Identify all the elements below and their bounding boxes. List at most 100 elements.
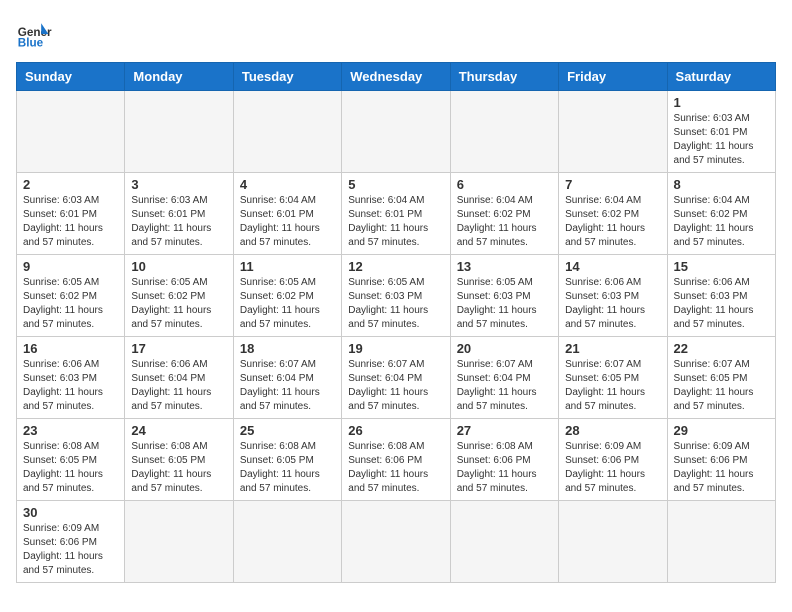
page-header: General Blue [16,16,776,52]
calendar-week-row: 9 Sunrise: 6:05 AMSunset: 6:02 PMDaylight… [17,255,776,337]
day-number: 4 [240,177,335,192]
calendar-day-cell: 6Sunrise: 6:04 AMSunset: 6:02 PMDaylight… [450,173,558,255]
day-info: Sunrise: 6:03 AMSunset: 6:01 PMDaylight:… [23,194,118,250]
day-number: 14 [565,259,660,274]
calendar-day-cell: 13 Sunrise: 6:05 AMSunset: 6:03 PMDayligh… [450,255,558,337]
calendar-day-cell: 7 Sunrise: 6:04 AMSunset: 6:02 PMDaylight… [559,173,667,255]
calendar-day-cell: 30 Sunrise: 6:09 AMSunset: 6:06 PMDayligh… [17,501,125,583]
day-number: 3 [131,177,226,192]
day-number: 24 [131,423,226,438]
calendar-day-cell: 8 Sunrise: 6:04 AMSunset: 6:02 PMDaylight… [667,173,775,255]
calendar-day-cell: 28Sunrise: 6:09 AMSunset: 6:06 PMDayligh… [559,419,667,501]
calendar-day-cell [667,501,775,583]
day-info: Sunrise: 6:07 AMSunset: 6:05 PMDaylight:… [674,358,769,414]
day-number: 12 [348,259,443,274]
day-info: Sunrise: 6:05 AMSunset: 6:02 PMDaylight:… [23,276,118,332]
calendar-week-row: 16Sunrise: 6:06 AMSunset: 6:03 PMDayligh… [17,337,776,419]
day-info: Sunrise: 6:08 AMSunset: 6:05 PMDaylight:… [23,440,118,496]
day-info: Sunrise: 6:04 AMSunset: 6:01 PMDaylight:… [240,194,335,250]
calendar-day-cell [342,91,450,173]
day-number: 30 [23,505,118,520]
day-info: Sunrise: 6:05 AMSunset: 6:02 PMDaylight:… [240,276,335,332]
day-number: 8 [674,177,769,192]
day-info: Sunrise: 6:08 AMSunset: 6:06 PMDaylight:… [457,440,552,496]
calendar-day-cell: 12 Sunrise: 6:05 AMSunset: 6:03 PMDayligh… [342,255,450,337]
calendar-week-row: 2 Sunrise: 6:03 AMSunset: 6:01 PMDaylight… [17,173,776,255]
day-info: Sunrise: 6:09 AMSunset: 6:06 PMDaylight:… [674,440,769,496]
calendar-day-cell: 18 Sunrise: 6:07 AMSunset: 6:04 PMDayligh… [233,337,341,419]
calendar-day-cell: 22 Sunrise: 6:07 AMSunset: 6:05 PMDayligh… [667,337,775,419]
calendar-day-cell [559,501,667,583]
weekday-header: Tuesday [233,63,341,91]
logo: General Blue [16,16,52,52]
day-number: 9 [23,259,118,274]
day-info: Sunrise: 6:06 AMSunset: 6:03 PMDaylight:… [565,276,660,332]
day-info: Sunrise: 6:07 AMSunset: 6:04 PMDaylight:… [457,358,552,414]
day-number: 25 [240,423,335,438]
calendar-day-cell [450,501,558,583]
day-info: Sunrise: 6:04 AMSunset: 6:02 PMDaylight:… [457,194,552,250]
calendar-day-cell [17,91,125,173]
day-number: 26 [348,423,443,438]
day-info: Sunrise: 6:07 AMSunset: 6:04 PMDaylight:… [240,358,335,414]
day-number: 7 [565,177,660,192]
calendar-week-row: 30 Sunrise: 6:09 AMSunset: 6:06 PMDayligh… [17,501,776,583]
day-info: Sunrise: 6:08 AMSunset: 6:05 PMDaylight:… [240,440,335,496]
day-number: 27 [457,423,552,438]
calendar-day-cell: 24Sunrise: 6:08 AMSunset: 6:05 PMDayligh… [125,419,233,501]
calendar-day-cell: 27 Sunrise: 6:08 AMSunset: 6:06 PMDayligh… [450,419,558,501]
calendar-day-cell [233,91,341,173]
day-number: 2 [23,177,118,192]
day-info: Sunrise: 6:06 AMSunset: 6:03 PMDaylight:… [674,276,769,332]
weekday-header: Wednesday [342,63,450,91]
calendar-day-cell: 15Sunrise: 6:06 AMSunset: 6:03 PMDayligh… [667,255,775,337]
calendar-week-row: 1Sunrise: 6:03 AMSunset: 6:01 PMDaylight… [17,91,776,173]
calendar-day-cell: 25 Sunrise: 6:08 AMSunset: 6:05 PMDayligh… [233,419,341,501]
weekday-header: Sunday [17,63,125,91]
calendar-day-cell: 29 Sunrise: 6:09 AMSunset: 6:06 PMDayligh… [667,419,775,501]
day-number: 11 [240,259,335,274]
day-number: 29 [674,423,769,438]
calendar-day-cell: 5Sunrise: 6:04 AMSunset: 6:01 PMDaylight… [342,173,450,255]
day-info: Sunrise: 6:03 AMSunset: 6:01 PMDaylight:… [131,194,226,250]
calendar-day-cell: 21Sunrise: 6:07 AMSunset: 6:05 PMDayligh… [559,337,667,419]
weekday-header: Friday [559,63,667,91]
day-number: 22 [674,341,769,356]
day-info: Sunrise: 6:08 AMSunset: 6:06 PMDaylight:… [348,440,443,496]
calendar-day-cell: 2 Sunrise: 6:03 AMSunset: 6:01 PMDaylight… [17,173,125,255]
calendar-day-cell: 23Sunrise: 6:08 AMSunset: 6:05 PMDayligh… [17,419,125,501]
calendar-day-cell: 19Sunrise: 6:07 AMSunset: 6:04 PMDayligh… [342,337,450,419]
day-number: 17 [131,341,226,356]
calendar-day-cell: 16Sunrise: 6:06 AMSunset: 6:03 PMDayligh… [17,337,125,419]
calendar-day-cell: 11 Sunrise: 6:05 AMSunset: 6:02 PMDayligh… [233,255,341,337]
calendar-header-row: SundayMondayTuesdayWednesdayThursdayFrid… [17,63,776,91]
day-number: 10 [131,259,226,274]
weekday-header: Thursday [450,63,558,91]
calendar-day-cell [125,91,233,173]
day-info: Sunrise: 6:09 AMSunset: 6:06 PMDaylight:… [23,522,118,578]
calendar-day-cell [233,501,341,583]
day-number: 13 [457,259,552,274]
calendar-day-cell [342,501,450,583]
day-number: 20 [457,341,552,356]
day-number: 21 [565,341,660,356]
calendar-table: SundayMondayTuesdayWednesdayThursdayFrid… [16,62,776,583]
day-info: Sunrise: 6:05 AMSunset: 6:03 PMDaylight:… [348,276,443,332]
calendar-day-cell: 26 Sunrise: 6:08 AMSunset: 6:06 PMDayligh… [342,419,450,501]
day-number: 18 [240,341,335,356]
calendar-day-cell [559,91,667,173]
calendar-week-row: 23Sunrise: 6:08 AMSunset: 6:05 PMDayligh… [17,419,776,501]
day-info: Sunrise: 6:04 AMSunset: 6:02 PMDaylight:… [674,194,769,250]
day-info: Sunrise: 6:04 AMSunset: 6:02 PMDaylight:… [565,194,660,250]
calendar-day-cell: 17 Sunrise: 6:06 AMSunset: 6:04 PMDayligh… [125,337,233,419]
logo-icon: General Blue [16,16,52,52]
calendar-day-cell: 9 Sunrise: 6:05 AMSunset: 6:02 PMDaylight… [17,255,125,337]
calendar-day-cell [125,501,233,583]
day-info: Sunrise: 6:06 AMSunset: 6:04 PMDaylight:… [131,358,226,414]
day-info: Sunrise: 6:04 AMSunset: 6:01 PMDaylight:… [348,194,443,250]
day-info: Sunrise: 6:05 AMSunset: 6:02 PMDaylight:… [131,276,226,332]
calendar-day-cell: 1Sunrise: 6:03 AMSunset: 6:01 PMDaylight… [667,91,775,173]
day-number: 16 [23,341,118,356]
calendar-day-cell: 14 Sunrise: 6:06 AMSunset: 6:03 PMDayligh… [559,255,667,337]
day-info: Sunrise: 6:05 AMSunset: 6:03 PMDaylight:… [457,276,552,332]
